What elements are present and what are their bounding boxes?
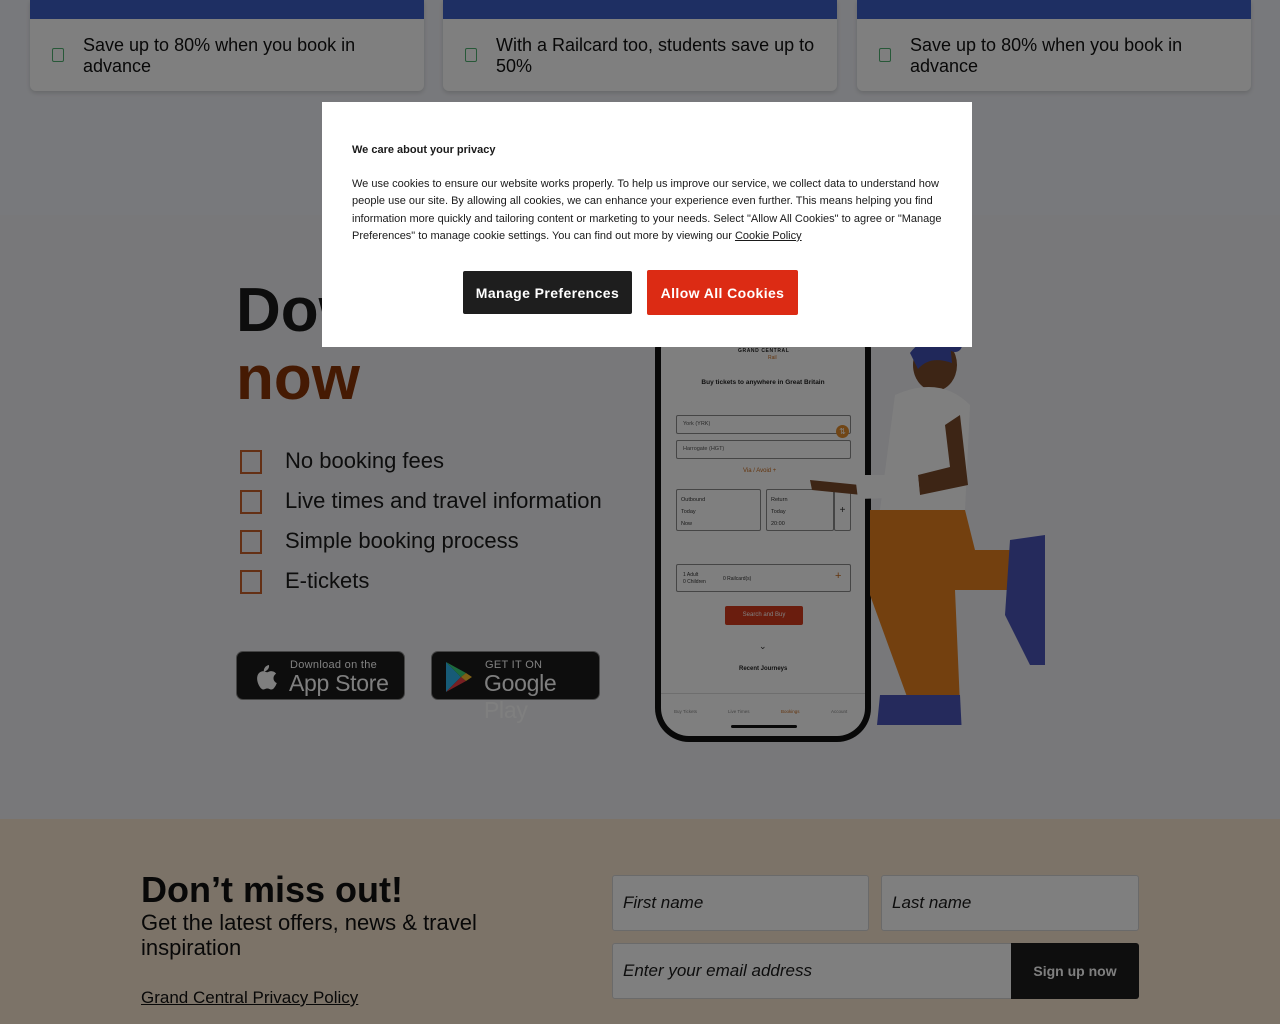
cookie-dialog-text: We use cookies to ensure our website wor… (352, 178, 942, 242)
manage-preferences-button[interactable]: Manage Preferences (463, 271, 632, 314)
cookie-dialog-title: We care about your privacy (352, 144, 496, 156)
cookie-consent-dialog: We care about your privacy We use cookie… (322, 102, 972, 347)
allow-all-cookies-button[interactable]: Allow All Cookies (647, 270, 798, 315)
cookie-policy-link[interactable]: Cookie Policy (735, 230, 802, 242)
cookie-dialog-body: We use cookies to ensure our website wor… (352, 176, 944, 245)
